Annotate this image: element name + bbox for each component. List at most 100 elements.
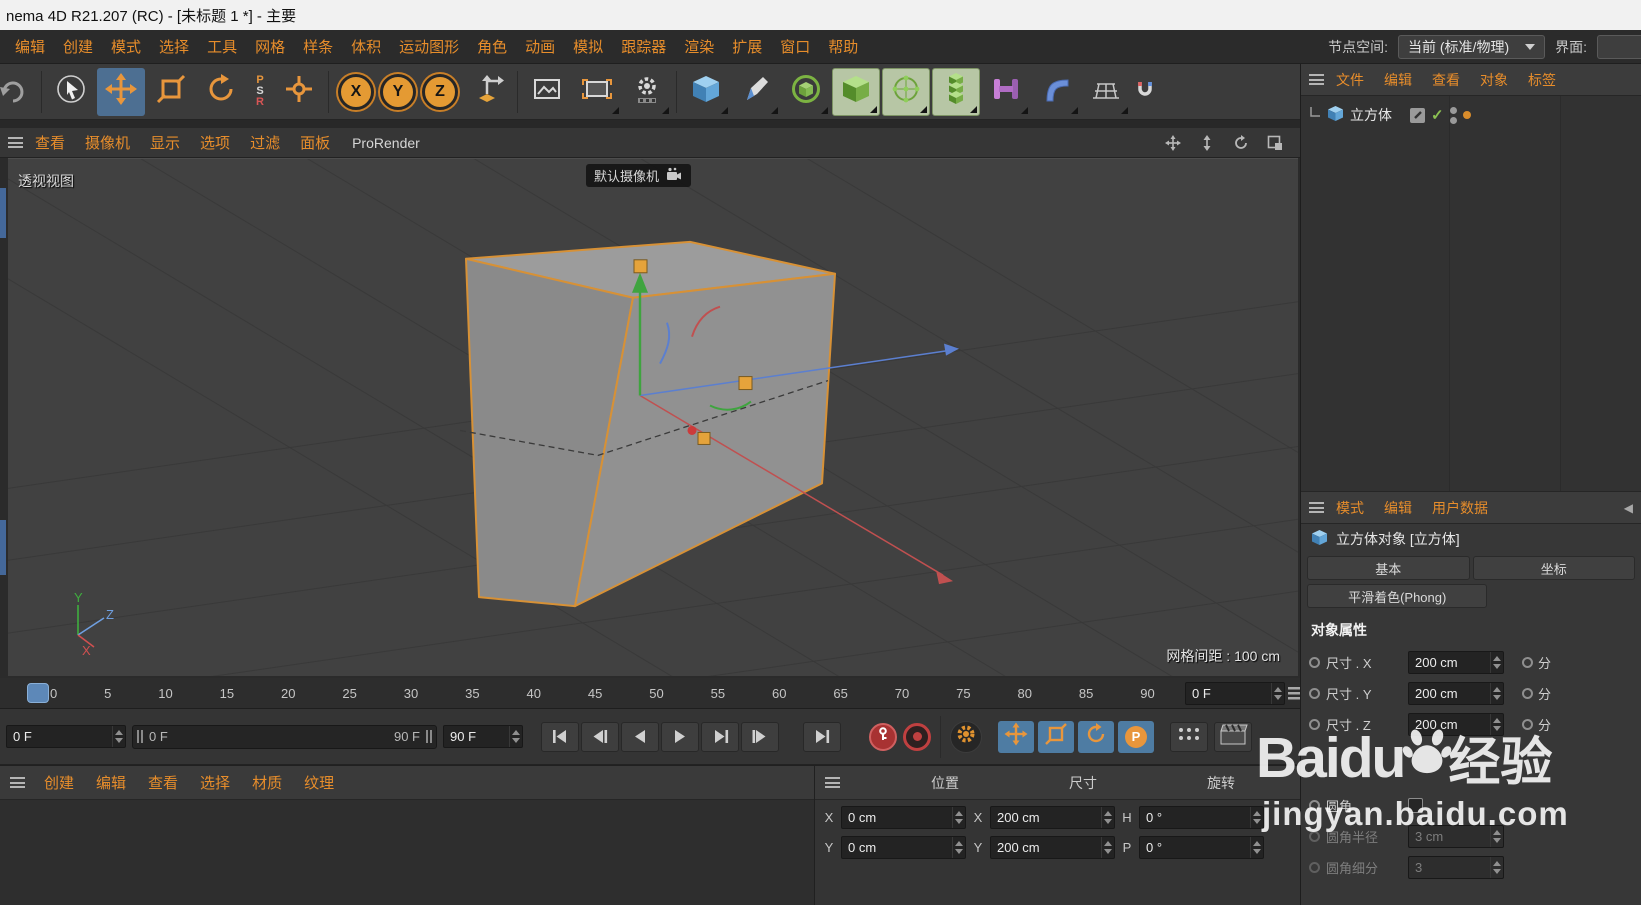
attribute-manager-menu-item[interactable]: 编辑 [1374,498,1422,518]
menu-item[interactable]: 扩展 [723,36,771,57]
record-keyframe-button[interactable] [869,722,897,751]
material-menu-item[interactable]: 纹理 [293,772,345,793]
cloner-button[interactable] [932,67,980,116]
fillet-checkbox[interactable] [1408,798,1423,813]
menu-item[interactable]: 渲染 [675,36,723,57]
spinner[interactable] [1101,807,1114,828]
edit-pencil-icon[interactable] [1410,107,1425,123]
rotate-view-icon[interactable] [1232,134,1250,152]
menu-item[interactable]: 选择 [150,36,198,57]
attribute-value-field[interactable]: 200 cm [1408,651,1504,674]
attribute-tab[interactable]: 坐标 [1472,556,1635,580]
object-manager-menu-item[interactable]: 文件 [1326,70,1374,90]
keyframe-circle-icon[interactable] [1309,719,1320,730]
axis-lock-button[interactable]: Z [422,73,458,110]
viewport-menu-item[interactable]: 面板 [290,132,340,153]
keyframe-parameter-toggle[interactable]: P [1118,720,1154,753]
menu-item[interactable]: 样条 [294,36,342,57]
material-menu-burger-icon[interactable] [10,777,25,788]
pla-button[interactable] [1170,721,1208,752]
material-menu-item[interactable]: 选择 [189,772,241,793]
keyframe-circle-icon[interactable] [1309,688,1320,699]
menu-item[interactable]: 体积 [342,36,390,57]
spinner[interactable] [1271,683,1284,704]
live-selection-button[interactable] [47,68,95,116]
spinner[interactable] [112,726,125,747]
rotate-tool-button[interactable] [197,68,245,116]
render-view-button[interactable] [523,68,571,116]
viewport-menu-item[interactable]: 摄像机 [75,132,140,153]
object-manager-burger-icon[interactable] [1309,74,1324,85]
viewport-menu-item-prorender[interactable]: ProRender [342,135,430,151]
coordinate-system-button[interactable] [464,68,512,116]
menu-item[interactable]: 动画 [516,36,564,57]
object-row[interactable]: 立方体 ✓ [1301,102,1641,128]
object-manager-menu-item[interactable]: 编辑 [1374,70,1422,90]
toggle-view-icon[interactable] [1266,134,1284,152]
keyframe-scale-toggle[interactable] [1038,720,1074,753]
menu-item[interactable]: 编辑 [6,36,54,57]
attribute-manager-menu-item[interactable]: 模式 [1326,498,1374,518]
menu-item[interactable]: 运动图形 [390,36,468,57]
interface-dropdown[interactable] [1597,34,1641,59]
attribute-tab[interactable]: 基本 [1307,556,1470,580]
attribute-manager-menu-item[interactable]: 用户数据 [1422,498,1498,518]
spinner[interactable] [1250,837,1263,858]
make-preview-button[interactable] [1214,721,1252,752]
timeline-frame-field[interactable]: 0 F [1185,682,1285,705]
connect-button[interactable] [982,68,1030,116]
rotation-field[interactable]: 0 ° [1139,806,1264,829]
spinner[interactable] [1101,837,1114,858]
axis-modify-button[interactable] [275,68,323,116]
keyframe-circle-icon[interactable] [1309,657,1320,668]
rotation-field[interactable]: 0 ° [1139,836,1264,859]
current-frame-field[interactable]: 0 F [6,725,126,748]
goto-start-button[interactable] [541,721,579,752]
keyframe-circle-icon[interactable] [1522,657,1533,668]
spinner[interactable] [509,726,522,747]
move-tool-button[interactable] [97,67,145,116]
visibility-dots[interactable] [1449,106,1457,124]
bend-deformer-button[interactable] [1032,68,1080,116]
next-frame-button[interactable] [701,721,739,752]
timeline-options-icon[interactable] [1288,686,1300,705]
generator-cube-button[interactable] [832,67,880,116]
keyframe-circle-icon[interactable] [1309,800,1320,811]
size-field[interactable]: 200 cm [990,836,1115,859]
frame-range-slider[interactable]: 0 F 90 F [132,724,437,749]
menu-item[interactable]: 模式 [102,36,150,57]
menu-item[interactable]: 角色 [468,36,516,57]
history-back-icon[interactable]: ◀ [1624,501,1633,515]
previous-frame-button[interactable] [621,721,659,752]
attribute-value-field[interactable]: 200 cm [1408,713,1504,736]
keyframe-position-toggle[interactable] [998,720,1034,753]
viewport-menu-item[interactable]: 过滤 [240,132,290,153]
render-settings-button[interactable] [623,68,671,116]
cube-primitive-button[interactable] [682,68,730,116]
layer-dot-icon[interactable] [1462,111,1471,119]
material-menu-item[interactable]: 查看 [137,772,189,793]
spinner[interactable] [952,837,965,858]
viewport-menu-item[interactable]: 选项 [190,132,240,153]
size-field[interactable]: 200 cm [990,806,1115,829]
play-button[interactable] [661,721,699,752]
position-field[interactable]: 0 cm [841,806,966,829]
range-end-grip[interactable] [426,730,432,743]
spinner[interactable] [1490,714,1503,735]
object-tree[interactable]: 立方体 ✓ [1301,96,1641,492]
menu-item[interactable]: 创建 [54,36,102,57]
perspective-viewport[interactable]: 透视视图 默认摄像机 网格间距 : 100 cm Y Z X [0,158,1300,678]
viewport-menu-item[interactable]: 查看 [25,132,75,153]
dolly-view-icon[interactable] [1198,134,1216,152]
keyframe-rotation-toggle[interactable] [1078,720,1114,753]
viewport-menu-burger-icon[interactable] [8,137,23,148]
spinner[interactable] [1490,652,1503,673]
spinner[interactable] [1250,807,1263,828]
spinner[interactable] [952,807,965,828]
spinner[interactable] [1490,683,1503,704]
camera-badge[interactable]: 默认摄像机 [586,164,692,187]
object-manager-menu-item[interactable]: 对象 [1470,70,1518,90]
previous-key-button[interactable] [581,721,619,752]
object-manager-menu-item[interactable]: 查看 [1422,70,1470,90]
material-menu-item[interactable]: 编辑 [85,772,137,793]
